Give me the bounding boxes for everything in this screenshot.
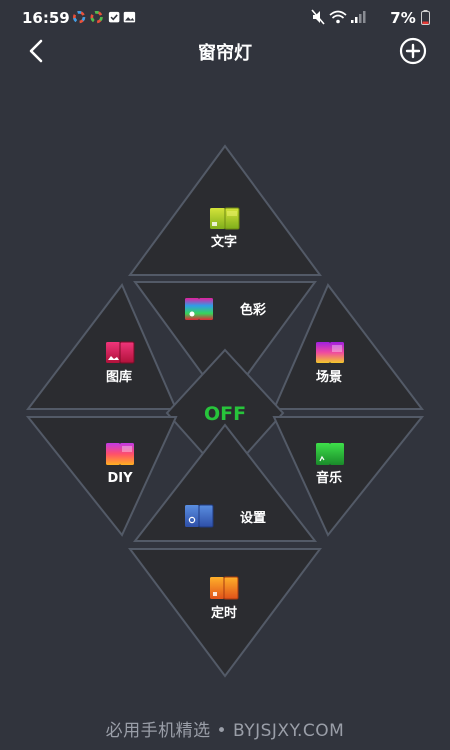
signal-icon	[351, 11, 366, 23]
timer-icon	[210, 576, 239, 600]
gallery-mode-icon	[106, 341, 135, 364]
status-time: 16:59	[22, 9, 70, 27]
power-state-label: OFF	[204, 403, 246, 425]
scene-mode-label: 场景	[316, 370, 342, 385]
check-box-icon	[108, 11, 120, 23]
gallery-mode-label: 图库	[106, 369, 132, 385]
battery-percent: 7%	[390, 9, 416, 27]
diy-mode-icon	[106, 443, 134, 465]
status-system-icons	[311, 9, 366, 25]
control-board: 文字 色彩 图库 场景 OFF DIY 音乐 设置 定时	[25, 144, 425, 678]
text-mode-button[interactable]: 文字	[128, 144, 322, 276]
watermark-text: 必用手机精选 • BYJSJXY.COM	[105, 721, 345, 741]
app-notification-icon	[73, 11, 86, 24]
mute-icon	[311, 9, 325, 25]
status-bar: 16:59 7%	[0, 0, 450, 36]
color-mode-label: 色彩	[240, 302, 266, 318]
add-button[interactable]	[399, 37, 427, 65]
status-right: 7%	[311, 9, 430, 27]
text-mode-label: 文字	[211, 234, 237, 250]
music-mode-label: 音乐	[316, 470, 342, 486]
scene-mode-icon	[316, 342, 344, 363]
image-icon	[123, 11, 136, 23]
diy-mode-label: DIY	[107, 471, 133, 486]
settings-label: 设置	[240, 511, 266, 526]
settings-icon	[185, 504, 214, 528]
music-mode-icon	[316, 443, 344, 465]
timer-label: 定时	[210, 605, 237, 621]
text-mode-icon	[210, 207, 240, 230]
timer-button[interactable]: 定时	[128, 548, 322, 678]
app-notification-icon	[90, 11, 103, 24]
color-mode-icon	[185, 298, 213, 320]
wifi-icon	[329, 10, 347, 24]
notification-icons	[73, 11, 136, 24]
battery-icon	[421, 10, 430, 25]
app-header: 窗帘灯	[0, 36, 450, 66]
page-title: 窗帘灯	[198, 43, 252, 64]
plus-circle-icon	[399, 37, 427, 65]
